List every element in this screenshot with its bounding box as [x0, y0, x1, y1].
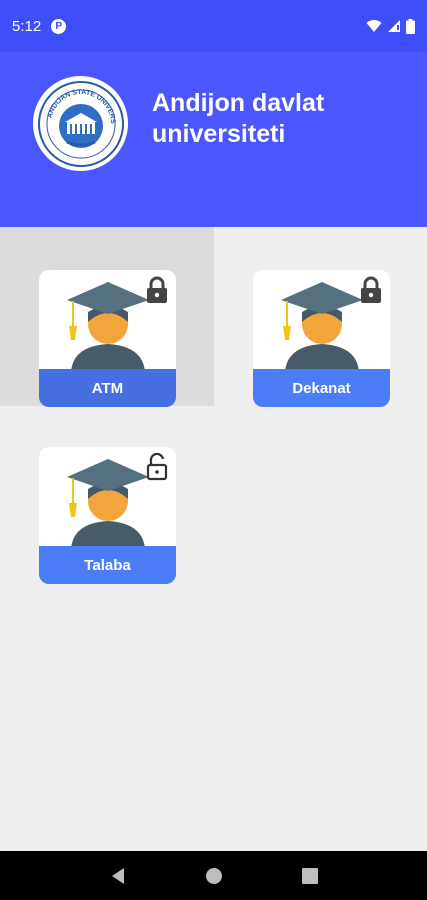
card-talaba[interactable]: Talaba	[39, 447, 176, 584]
card-atm[interactable]: ATM	[39, 270, 176, 407]
lock-icon	[361, 276, 381, 303]
status-icons	[366, 18, 415, 34]
back-icon[interactable]	[110, 867, 126, 885]
signal-icon	[388, 20, 400, 32]
university-seal-icon: ANDIJAN STATE UNIVERSITY	[37, 80, 124, 167]
card-label: Talaba	[39, 546, 176, 584]
app-header: ANDIJAN STATE UNIVERSITY Andijon davlat …	[0, 52, 427, 227]
battery-icon	[406, 18, 415, 34]
card-dekanat[interactable]: Dekanat	[253, 270, 390, 407]
graduate-icon	[67, 282, 149, 372]
card-label: ATM	[39, 369, 176, 407]
home-icon[interactable]	[205, 867, 223, 885]
main-content: ATM Dekanat Talaba	[0, 227, 427, 851]
page-title: Andijon davlat universiteti	[152, 89, 325, 148]
status-bar: 5:12 P	[0, 0, 427, 52]
card-label: Dekanat	[253, 369, 390, 407]
p-icon: P	[51, 18, 67, 34]
university-logo: ANDIJAN STATE UNIVERSITY	[33, 76, 128, 171]
status-time: 5:12	[12, 17, 42, 35]
graduate-icon	[281, 282, 363, 372]
lock-icon	[147, 276, 167, 303]
graduate-icon	[67, 459, 149, 549]
system-nav-bar	[0, 851, 427, 900]
recents-icon[interactable]	[301, 867, 318, 884]
unlock-icon	[146, 453, 168, 481]
wifi-icon	[366, 20, 382, 32]
